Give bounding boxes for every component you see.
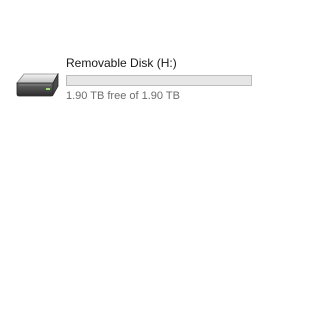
drive-tile-removable-disk-h[interactable]: Removable Disk (H:) 1.90 TB free of 1.90… <box>10 52 260 104</box>
drive-usage-bar <box>66 75 252 86</box>
drive-free-space-label: 1.90 TB free of 1.90 TB <box>66 90 180 102</box>
removable-drive-icon <box>14 72 60 97</box>
drive-name-label: Removable Disk (H:) <box>66 56 177 70</box>
drive-info: Removable Disk (H:) 1.90 TB free of 1.90… <box>66 56 256 103</box>
